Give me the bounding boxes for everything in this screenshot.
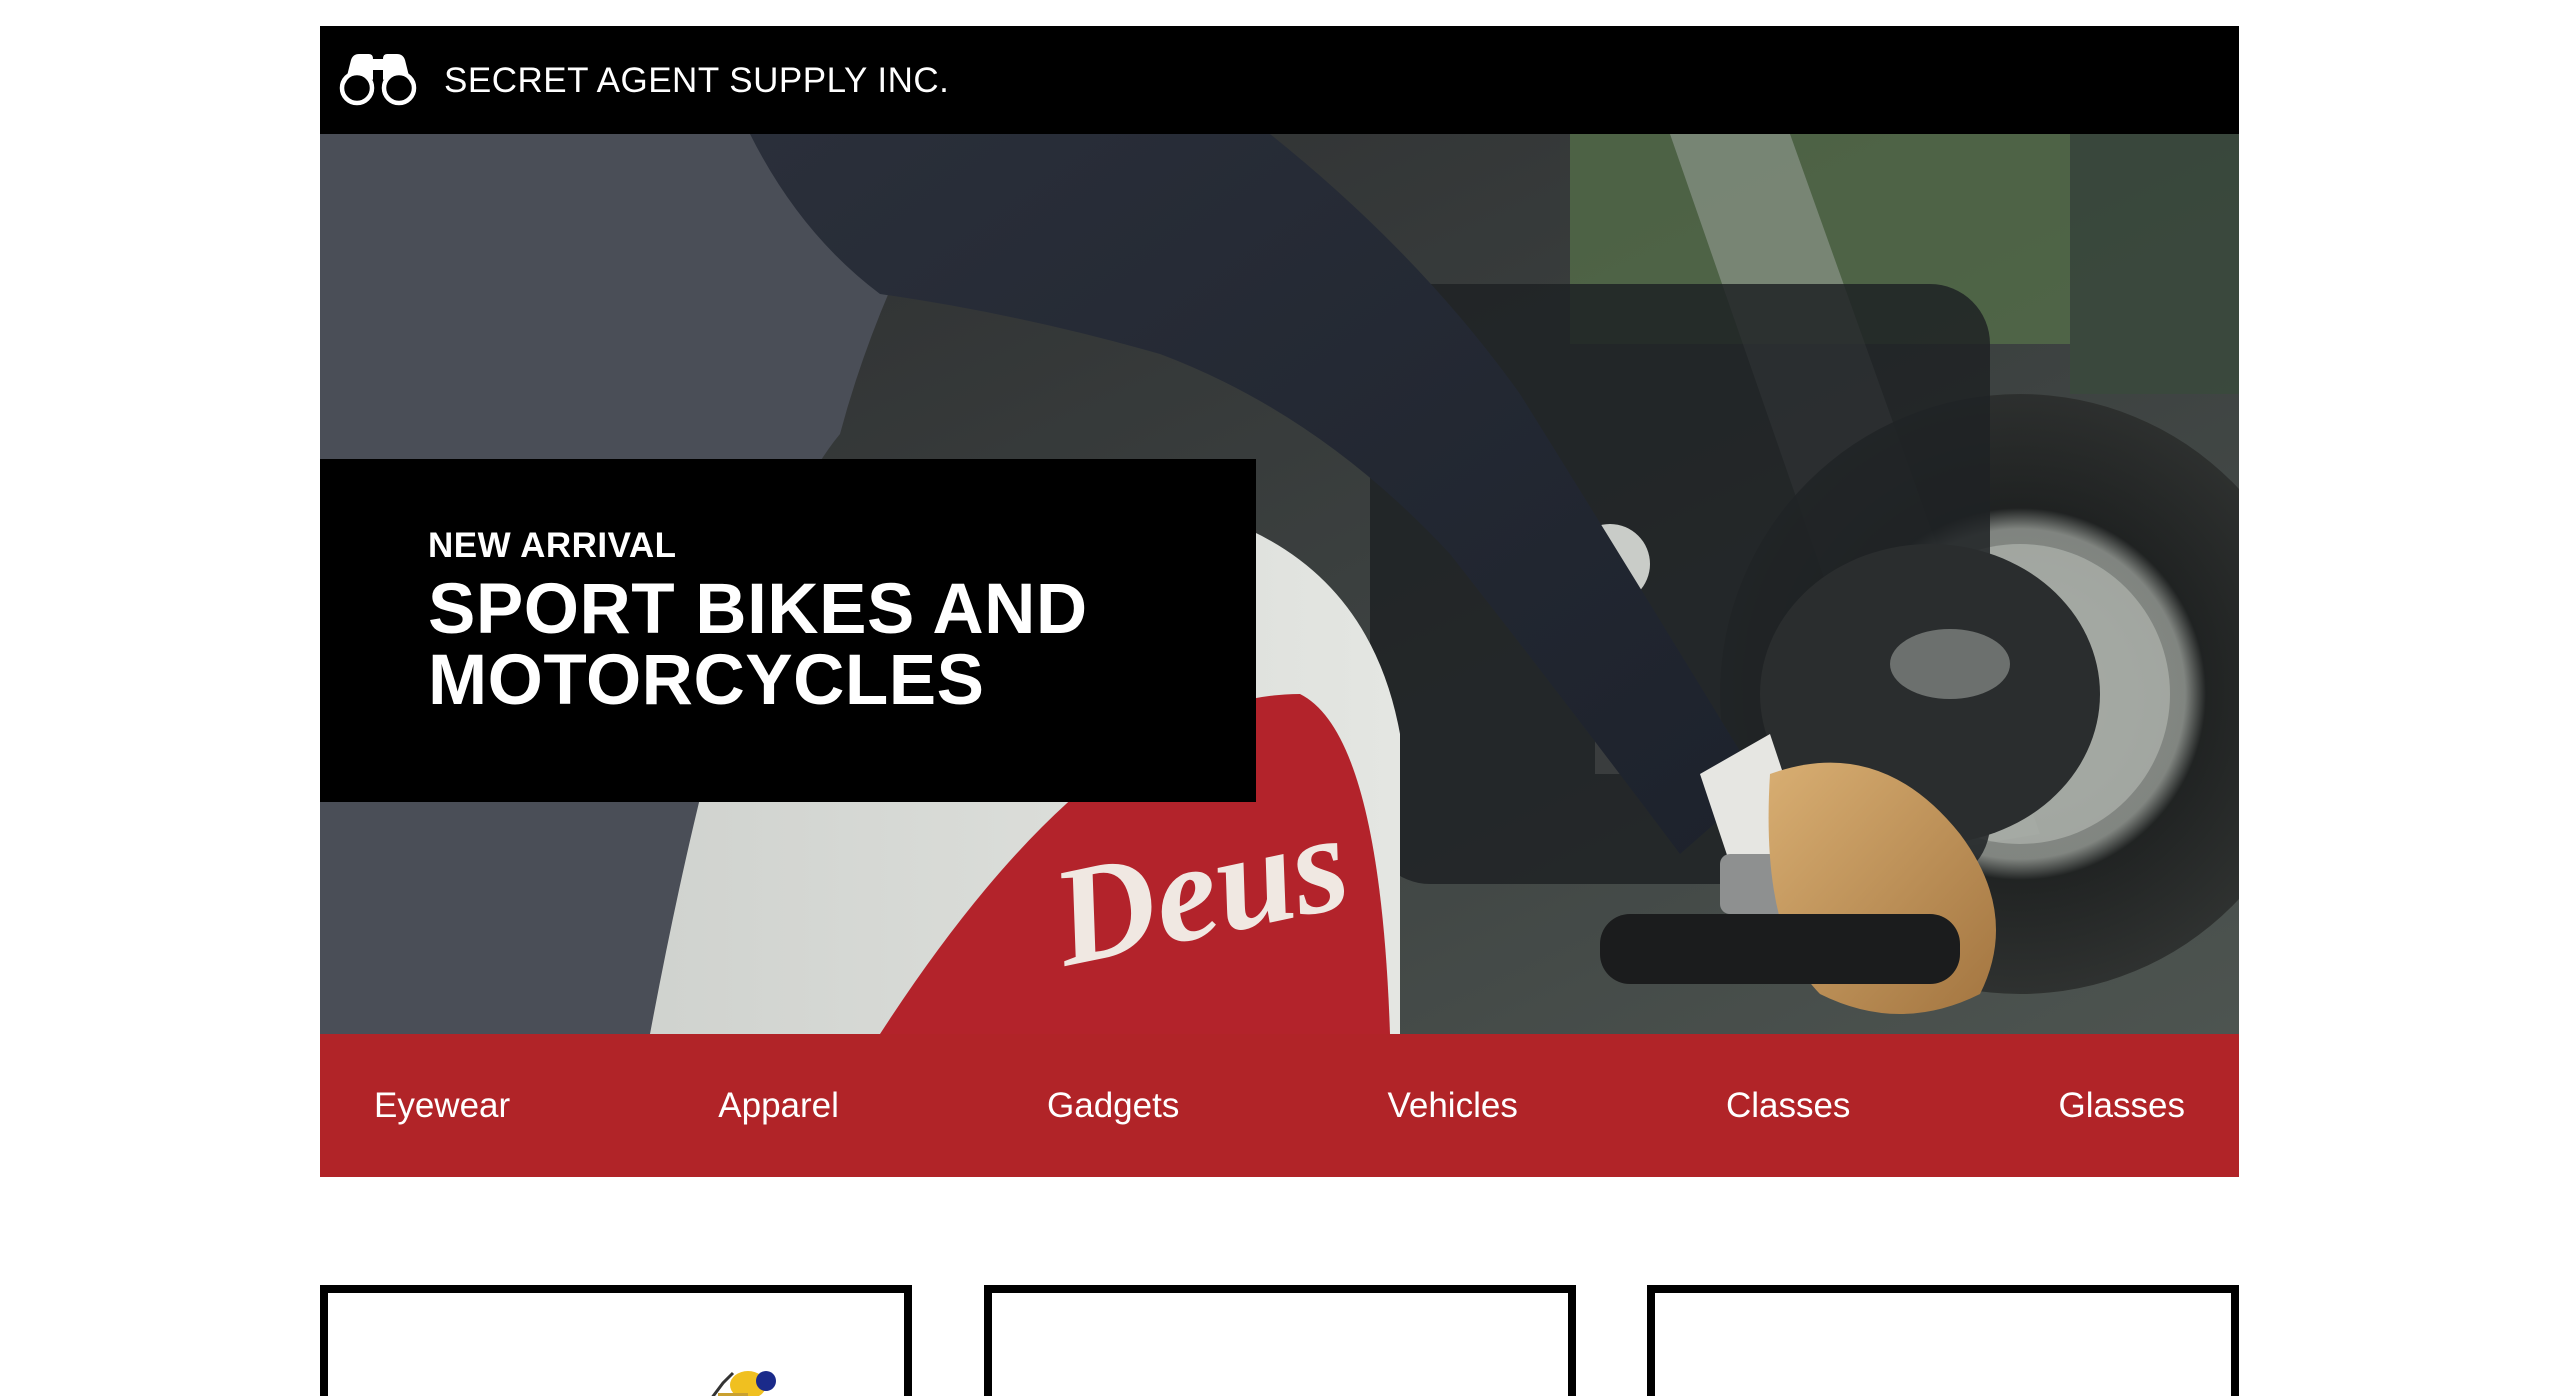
- product-image: [711, 1371, 776, 1396]
- hero-kicker: NEW ARRIVAL: [428, 526, 677, 565]
- category-link-glasses[interactable]: Glasses: [2059, 1086, 2185, 1126]
- category-link-eyewear[interactable]: Eyewear: [374, 1086, 510, 1126]
- category-link-apparel[interactable]: Apparel: [718, 1086, 839, 1126]
- category-nav: Eyewear Apparel Gadgets Vehicles Classes…: [320, 1034, 2239, 1177]
- product-card[interactable]: [320, 1285, 912, 1396]
- category-link-classes[interactable]: Classes: [1726, 1086, 1850, 1126]
- category-link-gadgets[interactable]: Gadgets: [1047, 1086, 1179, 1126]
- product-card[interactable]: [984, 1285, 1576, 1396]
- binoculars-icon[interactable]: [337, 50, 419, 110]
- hero-caption: NEW ARRIVAL SPORT BIKES AND MOTORCYCLES: [320, 459, 1256, 802]
- hero-banner[interactable]: Deus NEW ARRIVAL SPORT BIKES AND MOTORCY…: [320, 134, 2239, 1034]
- page: SECRET AGENT SUPPLY INC. Deus NEW ARRIVA…: [0, 0, 2558, 1396]
- product-grid: [320, 1285, 2239, 1396]
- category-link-vehicles[interactable]: Vehicles: [1387, 1086, 1517, 1126]
- site-header: SECRET AGENT SUPPLY INC.: [320, 26, 2239, 134]
- product-image: [992, 1293, 1568, 1396]
- hero-title[interactable]: SPORT BIKES AND MOTORCYCLES: [428, 574, 1188, 716]
- site-container: SECRET AGENT SUPPLY INC. Deus NEW ARRIVA…: [320, 26, 2239, 1177]
- product-card[interactable]: [1647, 1285, 2239, 1396]
- brand-name[interactable]: SECRET AGENT SUPPLY INC.: [444, 61, 949, 101]
